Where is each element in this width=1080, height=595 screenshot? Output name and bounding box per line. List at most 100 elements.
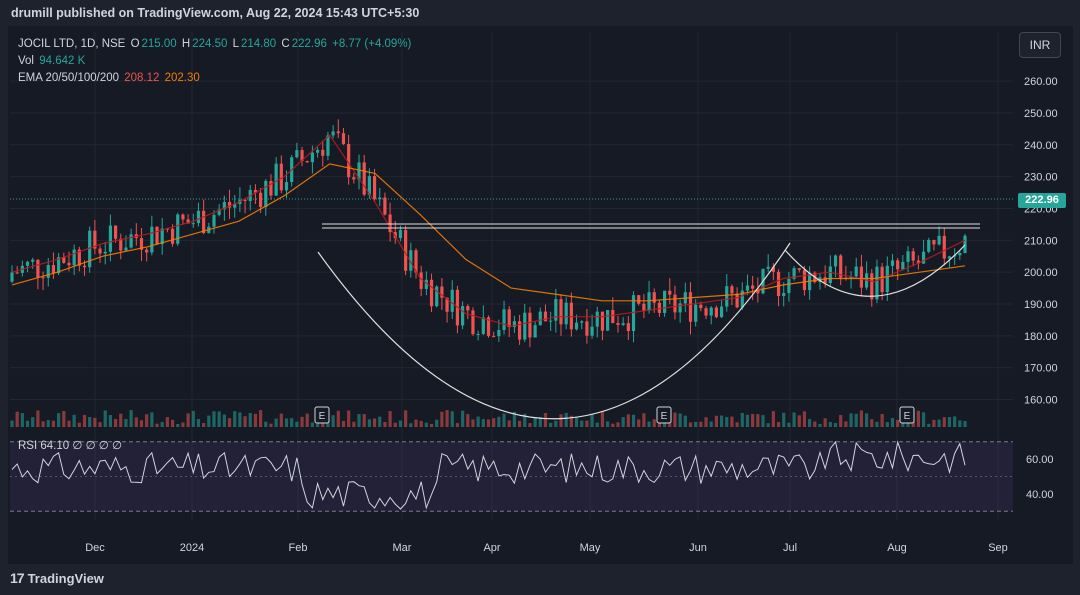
volume-bar — [709, 421, 713, 427]
y-tick-label: 250.00 — [1024, 108, 1058, 120]
candle-body — [719, 306, 724, 318]
volume-bar — [476, 416, 480, 427]
volume-bar — [212, 411, 216, 427]
candle-body — [533, 325, 537, 338]
volume-row: Vol 94.642 K — [18, 53, 413, 70]
volume-bar — [787, 422, 791, 427]
volume-bar — [507, 420, 511, 427]
candle-body — [497, 329, 501, 337]
candle-body — [647, 292, 651, 311]
volume-bar — [207, 415, 211, 427]
volume-bar — [595, 422, 599, 427]
candle-body — [243, 199, 247, 201]
volume-bar — [274, 418, 278, 427]
volume-bar — [15, 411, 19, 427]
volume-bar — [46, 420, 50, 427]
volume-bar — [347, 410, 351, 427]
volume-bar — [761, 415, 765, 427]
candle-body — [352, 177, 356, 180]
volume-bar — [730, 416, 734, 427]
candle-body — [538, 311, 542, 326]
candle-body — [25, 261, 30, 266]
candle-body — [435, 286, 439, 307]
candle-body — [859, 266, 864, 288]
volume-bar — [642, 413, 646, 427]
volume-bar — [528, 423, 532, 427]
price-chart[interactable]: E E E 60.00 40.00 260.00 250.00 240.00 230.00 2… — [0, 0, 1080, 595]
earnings-marker-label: E — [661, 411, 668, 422]
volume-bar — [461, 410, 465, 427]
volume-bar — [735, 422, 739, 427]
volume-bar — [165, 417, 169, 427]
volume-bar — [740, 412, 744, 427]
volume-bar — [253, 413, 258, 427]
volume-bar — [517, 420, 522, 427]
volume-bar — [559, 414, 563, 427]
l-value: 214.80 — [241, 38, 277, 50]
volume-bar — [119, 413, 123, 427]
candle-body — [694, 304, 698, 322]
y-tick-label: 160.00 — [1024, 395, 1058, 407]
volume-bar — [72, 414, 76, 427]
x-tick-label: Jun — [689, 542, 707, 554]
footer-bar — [0, 564, 1080, 595]
candle-body — [202, 210, 206, 234]
volume-bar — [77, 422, 81, 427]
volume-bar — [378, 416, 382, 427]
volume-bar — [890, 418, 895, 427]
candle-body — [476, 333, 480, 335]
candle-body — [341, 133, 346, 145]
volume-bar — [771, 411, 775, 427]
volume-bar — [719, 415, 724, 427]
earnings-marker-label: E — [904, 411, 911, 422]
candle-body — [284, 182, 289, 191]
change-value: +8.77 (+4.09%) — [332, 38, 412, 50]
volume-bar — [196, 418, 201, 427]
volume-bar — [108, 415, 113, 427]
currency-button[interactable]: INR — [1019, 32, 1061, 58]
earnings-marker-label: E — [319, 411, 326, 422]
volume-bar — [290, 418, 294, 427]
volume-bar — [20, 413, 24, 427]
volume-bar — [725, 416, 729, 427]
candle-body — [890, 260, 895, 266]
candle-body — [590, 326, 594, 336]
volume-bar — [652, 419, 656, 427]
volume-bar — [404, 410, 408, 427]
volume-bar — [310, 422, 315, 427]
volume-bar — [62, 411, 66, 427]
candlesticks — [10, 119, 967, 348]
candle-body — [782, 293, 786, 297]
volume-bar — [481, 419, 485, 427]
volume-bar — [637, 419, 641, 427]
candle-body — [492, 335, 496, 337]
volume-bar — [606, 421, 610, 427]
volume-bar — [352, 421, 356, 427]
candle-body — [471, 310, 475, 335]
volume-bar — [295, 421, 299, 427]
candle-body — [735, 293, 739, 308]
volume-bar — [875, 421, 879, 427]
volume-bar — [621, 417, 625, 427]
y-tick-label: 260.00 — [1024, 76, 1058, 88]
candle-body — [802, 269, 807, 291]
rsi-value: 64.10 — [40, 440, 70, 452]
candle-body — [404, 230, 408, 271]
candle-body — [259, 192, 263, 208]
volume-bar — [445, 410, 449, 427]
c-value: 222.96 — [291, 38, 327, 50]
volume-bar — [176, 423, 180, 427]
candle-body — [113, 225, 118, 239]
candle-body — [595, 311, 599, 327]
candle-body — [72, 249, 76, 266]
volume-bar — [393, 422, 397, 427]
candle-body — [67, 262, 71, 266]
volume-bar — [341, 421, 346, 427]
volume-bar — [419, 420, 423, 427]
volume-bar — [880, 414, 884, 427]
rsi-tick-label: 40.00 — [1026, 489, 1054, 501]
tradingview-brand[interactable]: 17 TradingView — [10, 570, 104, 586]
candle-body — [585, 321, 589, 336]
candle-body — [906, 251, 910, 262]
y-tick-label: 200.00 — [1024, 267, 1058, 279]
